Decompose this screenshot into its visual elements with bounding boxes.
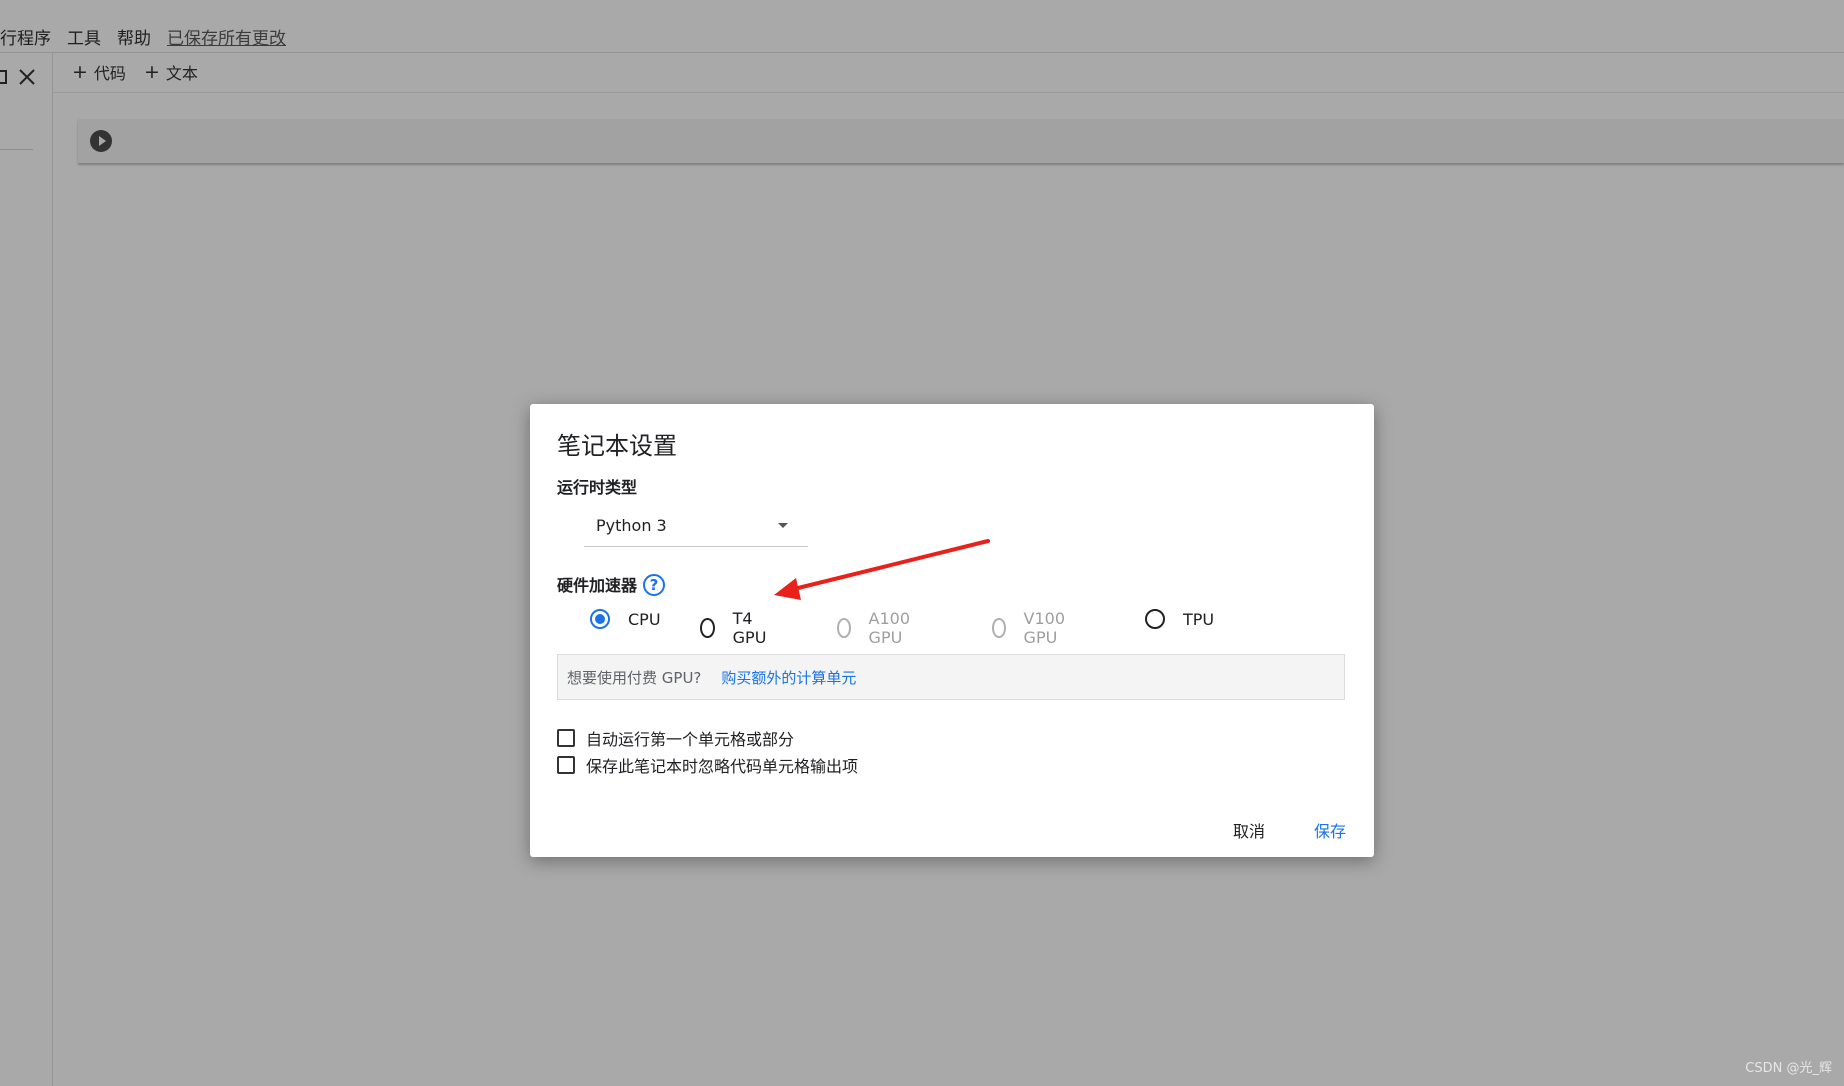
watermark-text: CSDN @光_辉 xyxy=(1745,1061,1832,1076)
sidebar-edge xyxy=(52,52,53,1086)
buy-compute-units-link[interactable]: 购买额外的计算单元 xyxy=(721,667,856,688)
menu-tools[interactable]: 工具 xyxy=(67,24,101,49)
code-cell[interactable] xyxy=(78,119,1844,163)
checkbox-label: 自动运行第一个单元格或部分 xyxy=(586,730,795,749)
paid-gpu-info-box: 想要使用付费 GPU? 购买额外的计算单元 xyxy=(557,654,1345,700)
radio-unchecked-icon xyxy=(1145,609,1165,629)
radio-v100-gpu: V100 GPU xyxy=(992,609,1071,647)
sidebar-controls xyxy=(0,68,36,86)
notebook-toolbar: + 代码 + 文本 xyxy=(72,60,198,84)
plus-icon: + xyxy=(72,60,88,83)
run-cell-icon[interactable] xyxy=(90,130,112,152)
radio-label: V100 GPU xyxy=(1023,609,1066,647)
checkbox-unchecked-icon xyxy=(557,756,575,774)
add-code-button[interactable]: + 代码 xyxy=(72,60,126,84)
menu-runtime[interactable]: 行程序 xyxy=(0,24,51,49)
menu-help[interactable]: 帮助 xyxy=(117,24,151,49)
radio-label: CPU xyxy=(628,609,661,629)
radio-disabled-icon xyxy=(992,618,1006,638)
radio-tpu[interactable]: TPU xyxy=(1145,609,1214,629)
radio-disabled-icon xyxy=(837,618,851,638)
menu-divider xyxy=(0,52,1844,53)
auto-run-first-cell-checkbox[interactable]: 自动运行第一个单元格或部分 xyxy=(557,726,794,750)
add-code-label: 代码 xyxy=(93,64,126,83)
window-icon[interactable] xyxy=(0,69,8,85)
runtime-type-value: Python 3 xyxy=(596,516,667,535)
cancel-button[interactable]: 取消 xyxy=(1231,814,1267,846)
radio-a100-gpu: A100 GPU xyxy=(837,609,916,647)
radio-cpu[interactable]: CPU xyxy=(590,609,661,629)
radio-label: TPU xyxy=(1183,609,1215,629)
radio-label: A100 GPU xyxy=(868,609,911,647)
radio-checked-icon xyxy=(590,609,610,629)
notebook-settings-dialog: 笔记本设置 运行时类型 Python 3 硬件加速器 ? CPU T4 GPU … xyxy=(530,404,1374,857)
checkbox-label: 保存此笔记本时忽略代码单元格输出项 xyxy=(586,757,859,776)
close-icon[interactable] xyxy=(18,68,36,86)
hardware-accelerator-label: 硬件加速器 xyxy=(557,576,638,595)
saved-status-link[interactable]: 已保存所有更改 xyxy=(167,24,286,49)
plus-icon: + xyxy=(143,60,160,83)
omit-output-on-save-checkbox[interactable]: 保存此笔记本时忽略代码单元格输出项 xyxy=(557,753,858,777)
save-button[interactable]: 保存 xyxy=(1312,814,1348,846)
help-icon[interactable]: ? xyxy=(643,574,665,596)
paid-gpu-question: 想要使用付费 GPU? xyxy=(567,668,702,687)
radio-label: T4 GPU xyxy=(732,609,767,647)
sidebar-divider-line xyxy=(0,149,33,150)
radio-t4-gpu[interactable]: T4 GPU xyxy=(700,609,772,647)
runtime-type-select[interactable]: Python 3 xyxy=(584,506,808,547)
menu-bar: 行程序 工具 帮助 已保存所有更改 xyxy=(0,22,302,50)
radio-unchecked-icon xyxy=(700,618,715,638)
add-text-label: 文本 xyxy=(165,64,198,83)
checkbox-unchecked-icon xyxy=(557,729,575,747)
runtime-type-label: 运行时类型 xyxy=(557,478,638,497)
toolbar-divider xyxy=(52,92,1844,93)
dropdown-caret-icon xyxy=(778,523,788,528)
dialog-title: 笔记本设置 xyxy=(557,432,677,460)
add-text-button[interactable]: + 文本 xyxy=(144,60,198,84)
